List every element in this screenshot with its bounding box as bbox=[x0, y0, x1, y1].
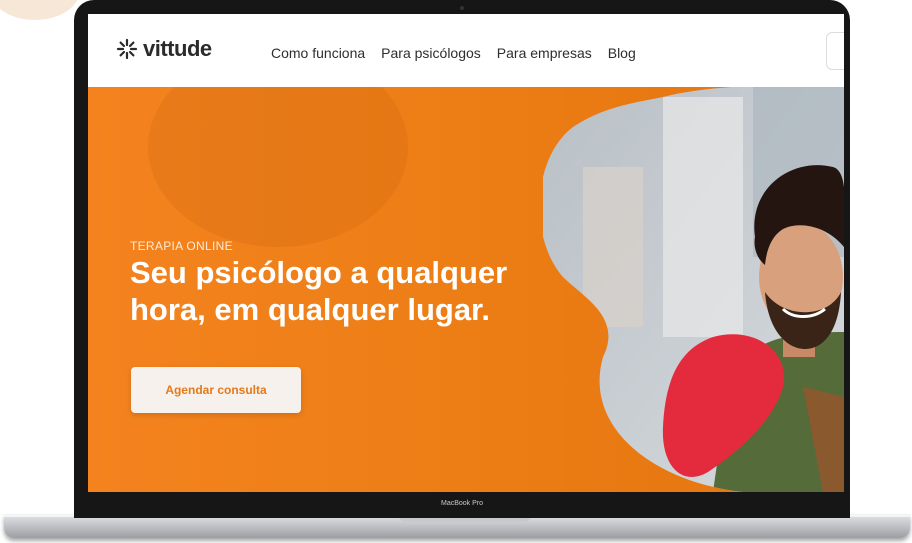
brand-logo[interactable]: vittude bbox=[116, 36, 212, 62]
laptop-screen: vittude Como funciona Para psicólogos Pa… bbox=[88, 14, 844, 492]
brand-name: vittude bbox=[143, 36, 212, 61]
hero-title-line-1: Seu psicólogo a qualquer bbox=[130, 255, 508, 290]
nav-como-funciona[interactable]: Como funciona bbox=[271, 45, 365, 61]
hero-shadow-shape bbox=[148, 87, 408, 247]
nav-action-button[interactable] bbox=[826, 32, 844, 70]
brand-mark-icon bbox=[116, 38, 138, 60]
hero-eyebrow: TERAPIA ONLINE bbox=[130, 239, 233, 253]
hero-title-line-2: hora, em qualquer lugar. bbox=[130, 291, 491, 327]
site-navbar: vittude Como funciona Para psicólogos Pa… bbox=[88, 14, 844, 87]
nav-para-psicologos[interactable]: Para psicólogos bbox=[381, 45, 481, 61]
main-nav: Como funciona Para psicólogos Para empre… bbox=[271, 45, 636, 61]
cta-label: Agendar consulta bbox=[165, 383, 267, 397]
nav-blog[interactable]: Blog bbox=[608, 45, 636, 61]
hero-title: Seu psicólogo a qualquer hora, em qualqu… bbox=[130, 255, 590, 328]
decorative-blob bbox=[0, 0, 80, 20]
schedule-consultation-button[interactable]: Agendar consulta bbox=[131, 367, 301, 413]
hero-section: TERAPIA ONLINE Seu psicólogo a qualquer … bbox=[88, 87, 844, 492]
nav-para-empresas[interactable]: Para empresas bbox=[497, 45, 592, 61]
camera-icon bbox=[460, 6, 464, 10]
device-label: MacBook Pro bbox=[440, 500, 484, 507]
laptop-bezel: vittude Como funciona Para psicólogos Pa… bbox=[74, 0, 850, 518]
